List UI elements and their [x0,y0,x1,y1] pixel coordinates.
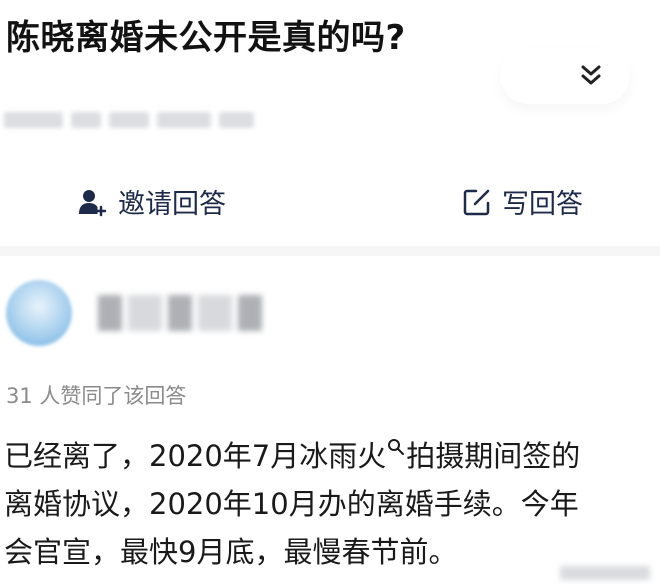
blurred-tail [560,566,650,580]
double-chevron-down-icon [581,65,601,85]
write-answer-label: 写回答 [502,189,583,220]
invite-answer-button[interactable]: 邀请回答 [78,182,226,221]
avatar[interactable] [6,280,72,346]
person-add-icon [79,189,107,216]
endorse-count: 31 人赞同了该回答 [6,384,187,408]
edit-square-icon [463,189,490,215]
answer-text-segment: 已经离了，2020年7月冰雨火 [4,439,387,473]
answer-author[interactable] [6,280,262,346]
invite-answer-label: 邀请回答 [118,189,226,220]
search-icon[interactable] [387,438,405,456]
blurred-author-name [98,295,262,331]
blurred-question-meta [4,112,255,130]
answer-line-2: 离婚协议，2020年10月办的离婚手续。今年 [4,487,579,521]
section-divider [0,246,660,256]
action-bar: 邀请回答 写回答 [0,176,660,228]
question-title: 陈晓离婚未公开是真的吗? [6,18,406,58]
answer-content: 已经离了，2020年7月冰雨火 拍摄期间签的 离婚协议，2020年10月办的离婚手… [4,432,660,576]
answer-line-1: 已经离了，2020年7月冰雨火 拍摄期间签的 [4,432,660,480]
answer-text-segment: 拍摄期间签的 [406,439,581,473]
expand-button[interactable] [500,48,630,104]
write-answer-button[interactable]: 写回答 [462,182,583,221]
